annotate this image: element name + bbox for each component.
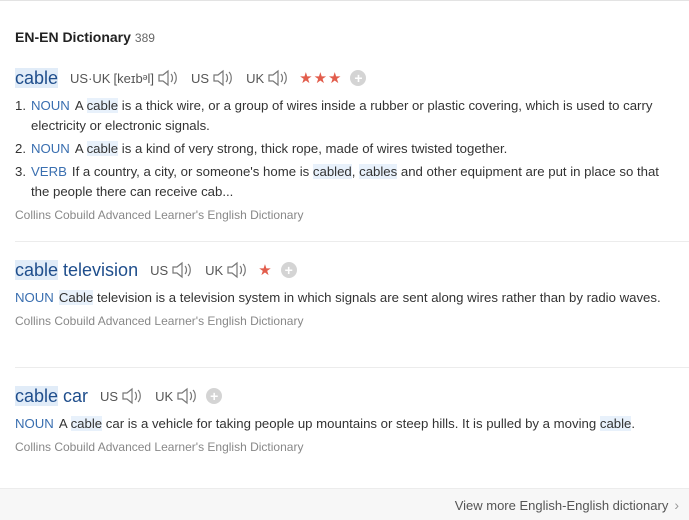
top-divider [0,0,689,1]
dictionary-header: EN-EN Dictionary 389 [15,29,155,45]
definition-item: 1. NOUN A cable is a thick wire, or a gro… [15,98,653,133]
dictionary-title: EN-EN Dictionary [15,29,131,45]
pron-uk[interactable]: UK [246,69,289,87]
pron-uk[interactable]: UK [205,261,248,279]
entry-cable-car: cable car US UK + NOUN A cable car is a v… [15,383,675,454]
speaker-icon[interactable] [226,261,248,279]
definition-item: NOUN Cable television is a television sys… [15,290,661,305]
speaker-icon[interactable] [171,261,193,279]
plus-icon[interactable]: + [280,262,297,278]
pron-us[interactable]: US [100,387,143,405]
speaker-icon[interactable] [267,69,289,87]
highlighted-word: cabled [312,164,352,179]
dictionary-source: Collins Cobuild Advanced Learner's Engli… [15,208,304,222]
speaker-icon[interactable] [212,69,234,87]
part-of-speech: VERB [31,164,67,179]
result-count: 389 [134,31,155,45]
definition-item: NOUN A cable car is a vehicle for taking … [15,416,636,431]
part-of-speech: NOUN [31,141,70,156]
speaker-icon[interactable] [157,69,179,87]
pron-us[interactable]: US [191,69,234,87]
frequency-stars: ★★★ [299,70,343,87]
pron-uk[interactable]: UK [155,387,198,405]
part-of-speech: NOUN [15,416,54,431]
definition-item: 3. VERB If a country, a city, or someone'… [15,164,659,199]
highlighted-word: cables [359,164,398,179]
entry-divider [15,367,689,368]
highlighted-word: cable [86,98,119,113]
dictionary-source: Collins Cobuild Advanced Learner's Engli… [15,440,304,454]
headword[interactable]: cable television [15,259,138,281]
highlighted-word: Cable [58,290,94,305]
part-of-speech: NOUN [31,98,70,113]
plus-icon[interactable]: + [206,388,223,404]
pron-us[interactable]: US [150,261,193,279]
entry-cable-television: cable television US UK ★ + NOUN Cable tel… [15,257,675,328]
chevron-right-icon: › [674,497,679,513]
speaker-icon[interactable] [176,387,198,405]
pron-us-uk[interactable]: US·UK [keɪbᵊl] [70,69,179,87]
frequency-stars: ★ [258,262,273,279]
highlighted-word: cable [70,416,103,431]
headword[interactable]: cable car [15,385,88,407]
phonetic: [keɪbᵊl] [113,70,155,86]
highlighted-word: cable [599,416,632,431]
speaker-icon[interactable] [121,387,143,405]
definition-item: 2. NOUN A cable is a kind of very strong,… [15,141,508,156]
highlighted-word: cable [86,141,119,156]
footer-bar: View more English-English dictionary › [0,488,689,520]
plus-icon[interactable]: + [350,70,367,86]
dictionary-source: Collins Cobuild Advanced Learner's Engli… [15,314,304,328]
entry-divider [15,241,689,242]
view-more-link[interactable]: View more English-English dictionary › [455,497,679,513]
part-of-speech: NOUN [15,290,54,305]
entry-cable: cable US·UK [keɪbᵊl] US UK ★★★ + 1. NOUN… [15,65,675,222]
headword[interactable]: cable [15,67,59,89]
